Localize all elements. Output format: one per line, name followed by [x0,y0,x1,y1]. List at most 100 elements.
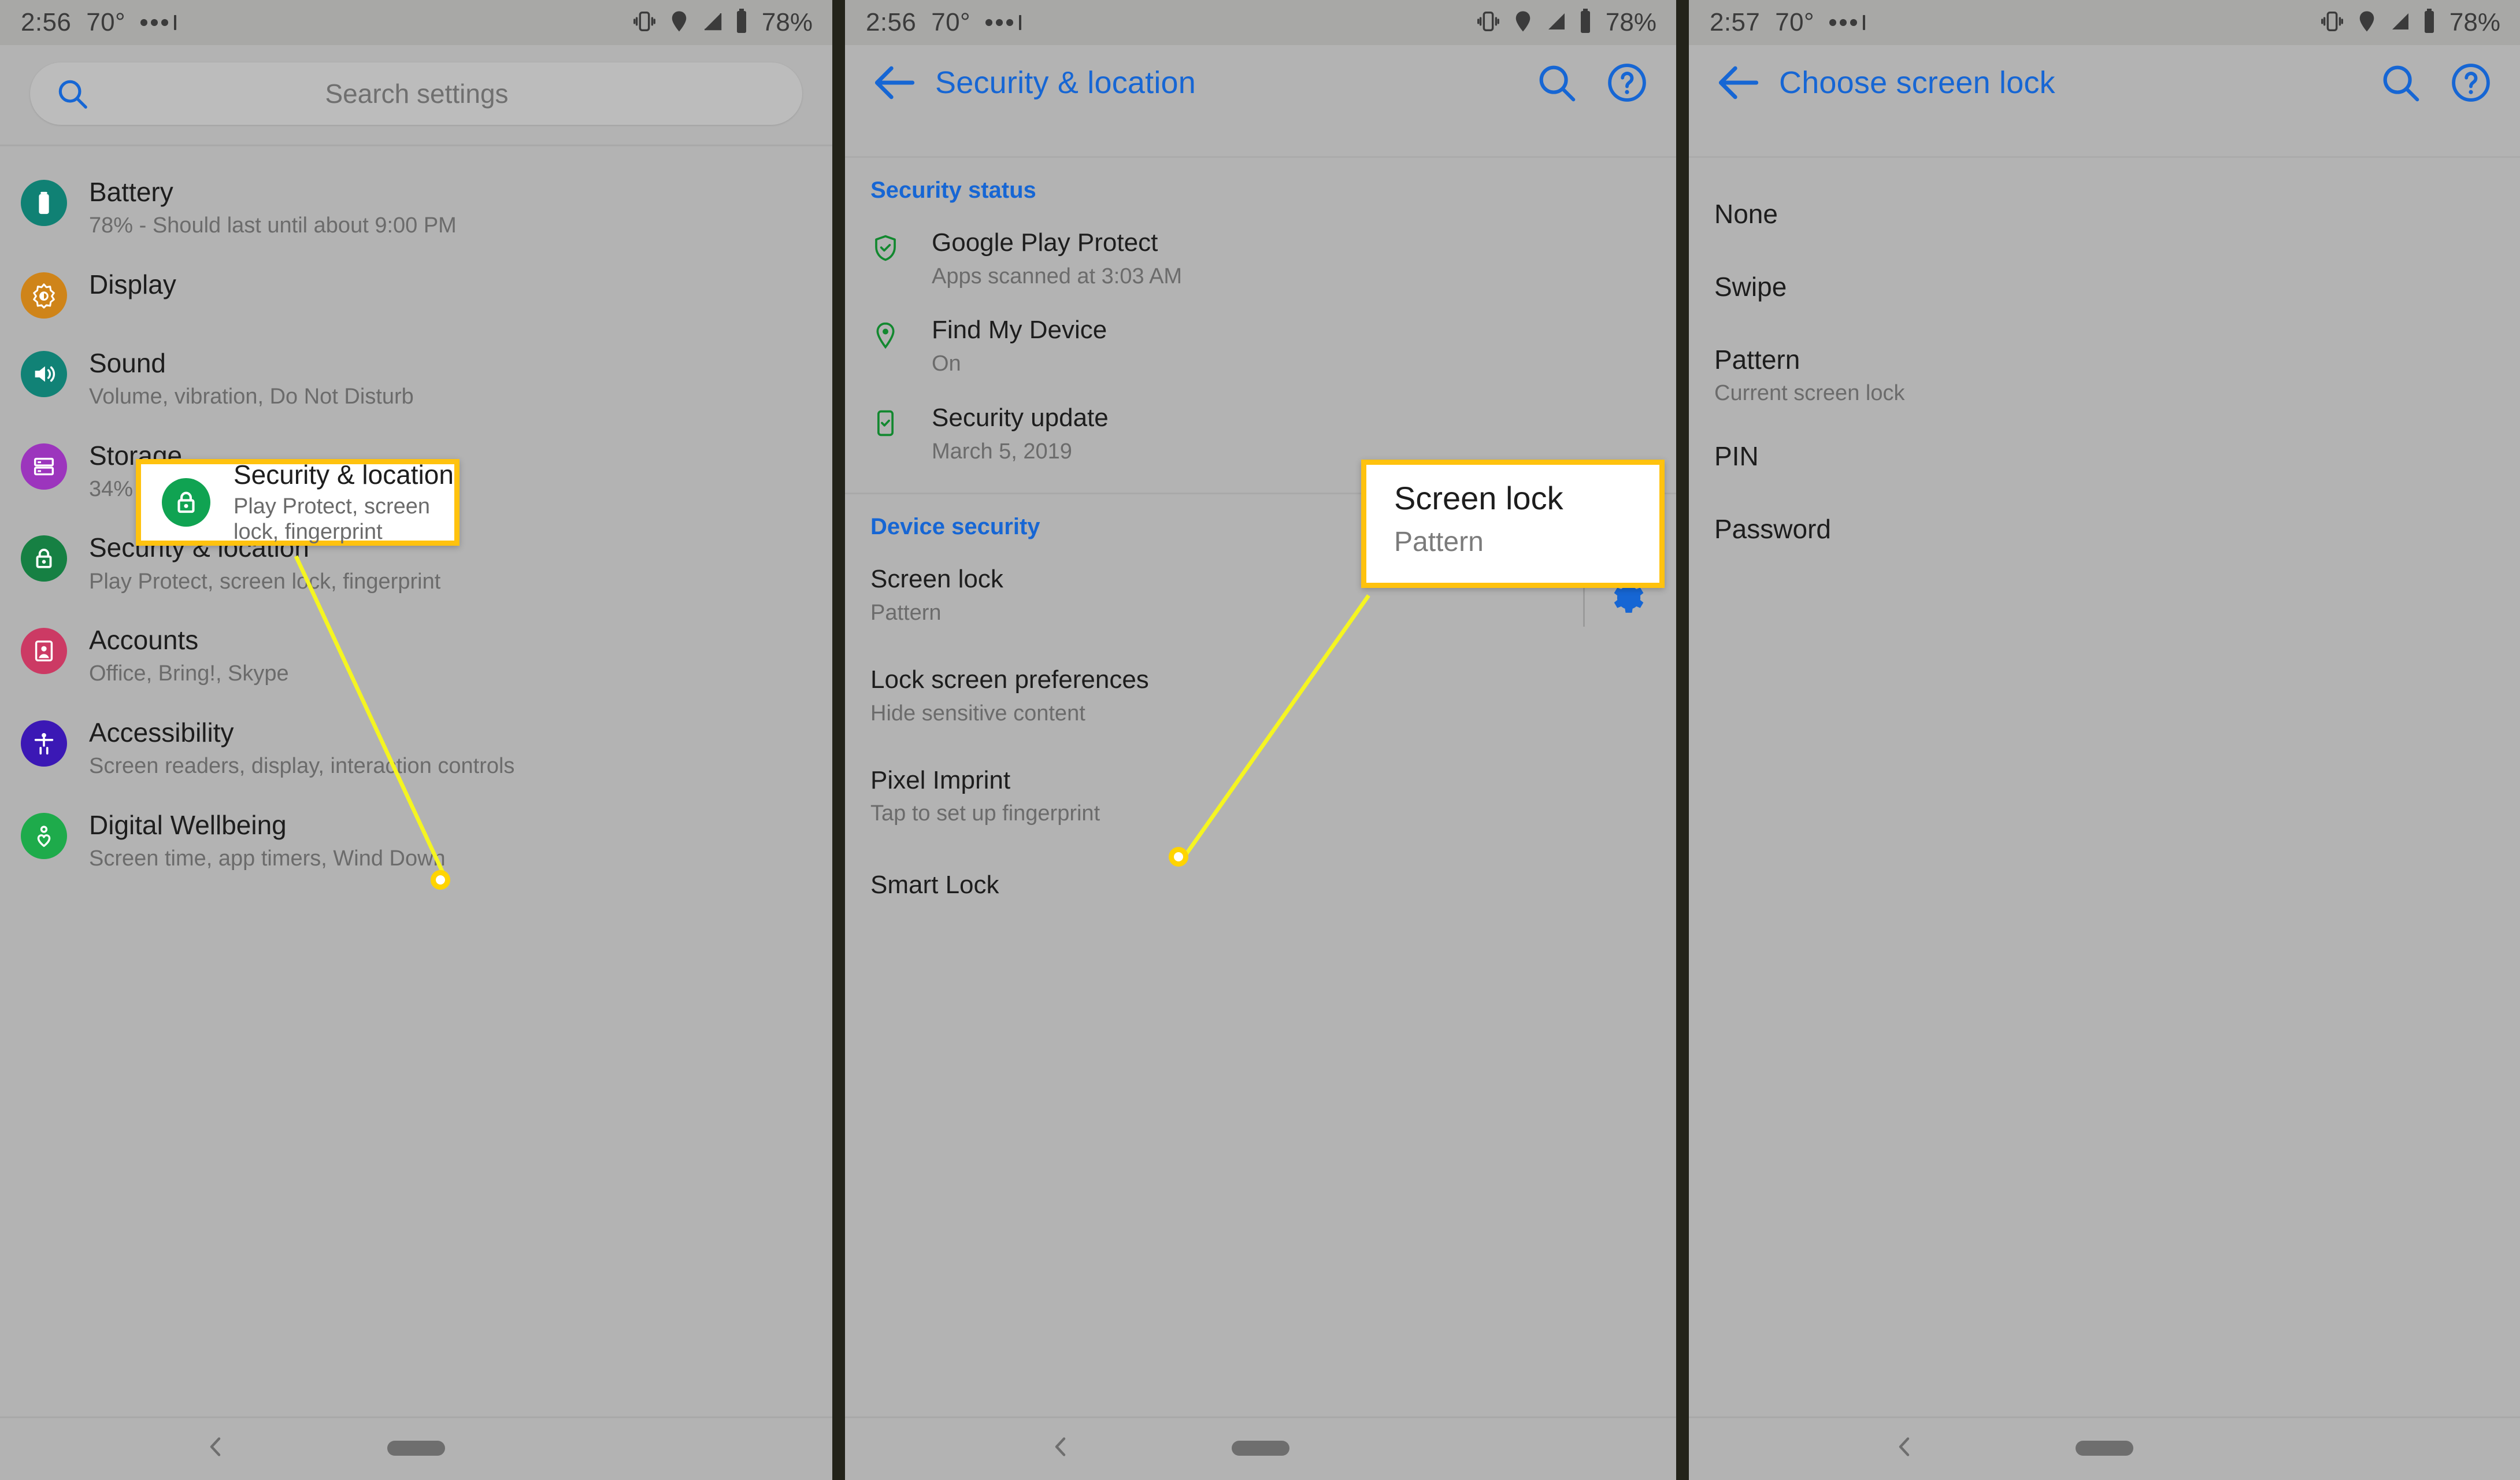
row-title: Smart Lock [870,870,999,899]
nav-back-button[interactable] [1047,1433,1075,1464]
row-title: Security & location [89,532,309,563]
gear-icon[interactable] [1608,579,1646,620]
settings-row-battery[interactable]: Battery 78% - Should last until about 9:… [0,161,832,254]
list-top-spacer [1689,158,2520,181]
row-title: Lock screen preferences [870,665,1149,694]
battery-icon [21,180,67,226]
row-text: Sound Volume, vibration, Do Not Disturb [89,346,414,411]
option-pin[interactable]: PIN [1689,423,2520,496]
row-text: Smart Lock [870,870,1651,901]
nav-back-button[interactable] [1891,1433,1919,1464]
row-subtitle: Screen time, app timers, Wind Down [89,846,446,871]
divider [1689,1416,2520,1418]
status-bar-left: 2:57 70° [1710,8,1865,37]
row-subtitle: March 5, 2019 [932,439,1072,464]
section-header-security-status: Security status [870,177,1036,203]
option-swipe[interactable]: Swipe [1689,254,2520,327]
nav-back-button[interactable] [202,1433,230,1464]
search-input[interactable]: Search settings [30,62,802,125]
option-title: Pattern [1714,345,1800,375]
row-title: Sound [89,347,166,378]
settings-row-accessibility[interactable]: Accessibility Screen readers, display, i… [0,702,832,794]
row-subtitle: Play Protect, screen lock, fingerprint [89,569,441,594]
row-title: Google Play Protect [932,228,1158,257]
row-subtitle: On [932,352,961,376]
row-title: Battery [89,177,173,207]
help-icon[interactable] [1604,60,1650,105]
signal-icon [701,8,725,38]
page-title: Security & location [935,65,1196,100]
back-arrow-icon[interactable] [1712,56,1765,109]
option-password[interactable]: Password [1689,496,2520,569]
app-bar: Security & location [845,45,1676,120]
row-text: Storage 34% used - 84.55 GB free [89,439,343,504]
app-bar-spacer [845,120,1676,156]
row-google-play-protect[interactable]: Google Play Protect Apps scanned at 3:03… [845,215,1676,302]
row-subtitle: Apps scanned at 3:03 AM [932,264,1183,288]
settings-row-storage[interactable]: Storage 34% used - 84.55 GB free [0,425,832,517]
home-pill[interactable] [1232,1441,1289,1456]
row-title: Display [89,269,176,299]
row-text: Find My Device On [932,315,1651,377]
option-title: PIN [1714,441,1759,472]
settings-row-security-location[interactable]: Security & location Play Protect, screen… [0,517,832,609]
row-lock-screen-preferences[interactable]: Lock screen preferences Hide sensitive c… [845,639,1676,739]
section-header-device-security: Device security [870,514,1040,540]
signal-icon [2388,8,2412,38]
location-pin-icon [870,319,912,355]
row-title: Find My Device [932,316,1107,345]
option-pattern[interactable]: Pattern Current screen lock [1689,327,2520,423]
settings-row-digital-wellbeing[interactable]: Digital Wellbeing Screen time, app timer… [0,794,832,887]
settings-row-sound[interactable]: Sound Volume, vibration, Do Not Disturb [0,332,832,425]
status-bar-right: 78% [631,8,813,38]
home-pill[interactable] [387,1441,445,1456]
settings-row-display[interactable]: Display [0,254,832,332]
row-find-my-device[interactable]: Find My Device On [845,302,1676,390]
status-bar-right: 78% [1475,8,1656,38]
status-bar-left: 2:56 70° [21,8,176,37]
option-title: None [1714,199,1778,229]
system-nav-bar [0,1416,832,1480]
battery-percent: 78% [761,8,813,36]
divider [845,1416,1676,1418]
row-title: Digital Wellbeing [89,809,287,840]
settings-row-accounts[interactable]: Accounts Office, Bring!, Skype [0,609,832,702]
status-bar-left: 2:56 70° [866,8,1021,37]
home-pill[interactable] [2076,1441,2133,1456]
location-icon [667,8,691,38]
battery-icon [2422,8,2437,38]
row-subtitle: Pattern [870,601,942,626]
account-icon [21,628,67,675]
row-title: Security update [932,403,1109,432]
app-bar-spacer [1689,120,2520,156]
back-arrow-icon[interactable] [868,56,921,109]
battery-icon [1578,8,1593,38]
help-icon[interactable] [2448,60,2493,105]
search-icon[interactable] [2378,60,2423,105]
battery-percent: 78% [1605,8,1656,36]
row-screen-lock[interactable]: Screen lock Pattern [845,552,1676,639]
row-text: Display [89,268,176,300]
storage-icon [21,443,67,490]
option-subtitle: Current screen lock [1714,381,1905,406]
row-title: Storage [89,440,183,471]
status-temperature: 70° [86,8,125,36]
row-text: Security & location Play Protect, screen… [89,531,440,595]
accessibility-icon [21,720,67,767]
row-text: Accounts Office, Bring!, Skype [89,623,289,688]
notification-dots-icon [985,15,1021,30]
status-bar: 2:57 70° 78% [1689,0,2520,45]
settings-list: Battery 78% - Should last until about 9:… [0,146,832,886]
row-title: Accounts [89,625,199,656]
search-placeholder: Search settings [325,79,509,109]
search-icon[interactable] [1534,60,1579,105]
signal-icon [1544,8,1569,38]
row-security-update[interactable]: Security update March 5, 2019 [845,390,1676,478]
option-none[interactable]: None [1689,181,2520,254]
row-smart-lock[interactable]: Smart Lock [845,840,1676,913]
option-title: Swipe [1714,272,1787,302]
option-title: Password [1714,514,1831,545]
row-pixel-imprint[interactable]: Pixel Imprint Tap to set up fingerprint [845,740,1676,840]
row-text: Screen lock Pattern [870,564,1583,626]
row-text: Security update March 5, 2019 [932,403,1651,465]
